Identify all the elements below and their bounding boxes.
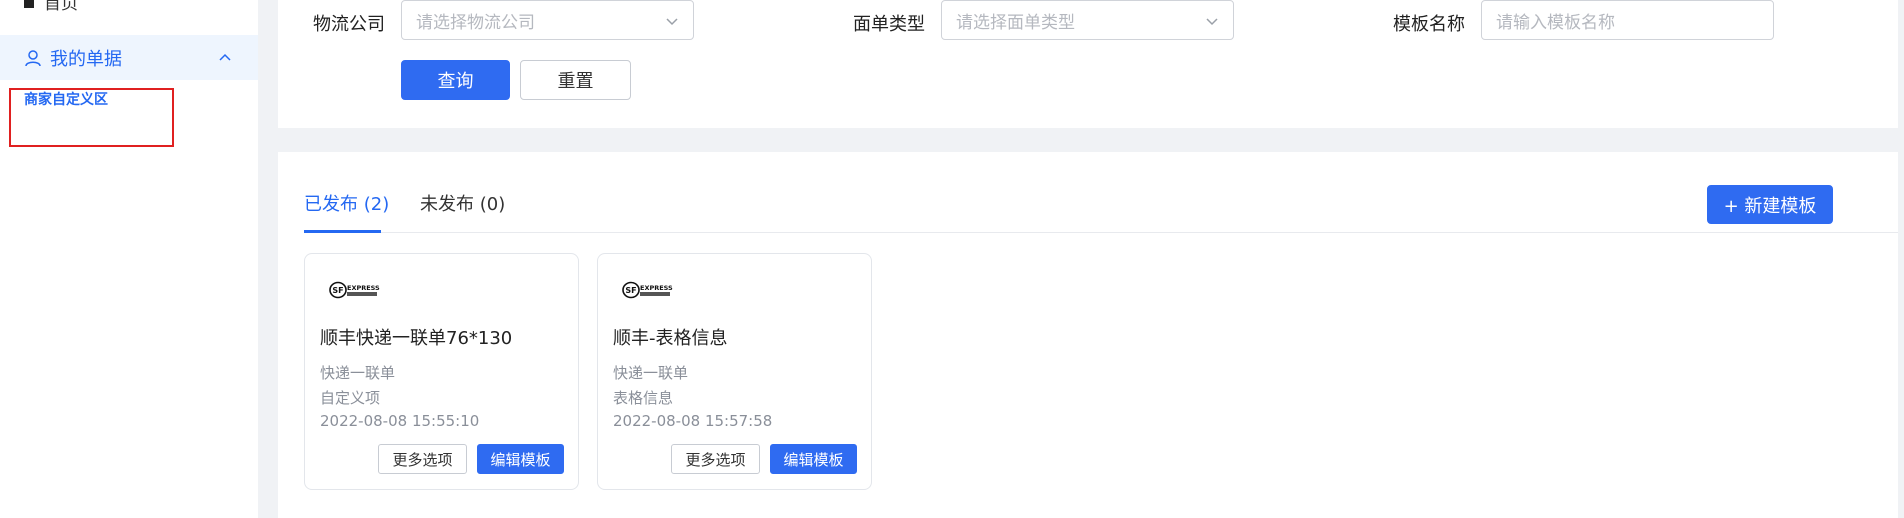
home-icon (24, 0, 34, 8)
more-options-button[interactable]: 更多选项 (671, 444, 760, 474)
card-title: 顺丰-表格信息 (613, 328, 728, 349)
template-list-panel: 已发布 (2) 未发布 (0) + 新建模板 SF EXPRESS 顺丰快递一联… (278, 152, 1898, 518)
tab-published[interactable]: 已发布 (2) (304, 190, 389, 216)
sheet-type-placeholder: 请选择面单类型 (956, 12, 1075, 33)
card-title: 顺丰快递一联单76*130 (320, 328, 513, 349)
card-type: 快递一联单 (320, 364, 396, 382)
tab-unpublished[interactable]: 未发布 (0) (420, 190, 505, 216)
sf-express-logo: SF EXPRESS (329, 281, 380, 299)
chevron-up-icon[interactable] (218, 50, 232, 64)
reset-button[interactable]: 重置 (520, 60, 631, 100)
sheet-type-label: 面单类型 (853, 14, 925, 35)
filter-panel: 物流公司 请选择物流公司 面单类型 请选择面单类型 模板名称 请输入模板名称 查… (278, 0, 1898, 128)
sidebar-item-home[interactable]: 首页 (24, 0, 78, 14)
edit-template-button[interactable]: 编辑模板 (477, 444, 564, 474)
template-card[interactable]: SF EXPRESS 顺丰-表格信息 快递一联单 表格信息 2022-08-08… (597, 253, 872, 490)
card-type: 快递一联单 (613, 364, 689, 382)
card-timestamp: 2022-08-08 15:55:10 (320, 412, 480, 430)
tab-active-indicator (304, 230, 381, 233)
user-icon (25, 49, 41, 66)
svg-text:EXPRESS: EXPRESS (640, 284, 673, 292)
new-template-button[interactable]: + 新建模板 (1707, 185, 1833, 224)
template-card[interactable]: SF EXPRESS 顺丰快递一联单76*130 快递一联单 自定义项 2022… (304, 253, 579, 490)
sidebar-item-home-label: 首页 (44, 0, 78, 14)
chevron-down-icon (666, 18, 678, 26)
more-options-button[interactable]: 更多选项 (378, 444, 467, 474)
card-subtype: 表格信息 (613, 389, 674, 407)
svg-text:EXPRESS: EXPRESS (347, 284, 380, 292)
sf-express-logo: SF EXPRESS (622, 281, 673, 299)
card-timestamp: 2022-08-08 15:57:58 (613, 412, 773, 430)
chevron-down-icon (1206, 18, 1218, 26)
template-name-placeholder: 请输入模板名称 (1496, 12, 1615, 33)
sheet-type-select[interactable]: 请选择面单类型 (941, 0, 1234, 40)
highlight-box-sidebar (9, 88, 174, 147)
template-name-input[interactable]: 请输入模板名称 (1481, 0, 1774, 40)
edit-template-button[interactable]: 编辑模板 (770, 444, 857, 474)
sidebar-group-label: 我的单据 (50, 48, 122, 70)
card-subtype: 自定义项 (320, 389, 381, 407)
tab-divider (304, 232, 1898, 233)
svg-text:SF: SF (625, 286, 636, 295)
logistics-company-select[interactable]: 请选择物流公司 (401, 0, 694, 40)
svg-text:SF: SF (332, 286, 343, 295)
query-button[interactable]: 查询 (401, 60, 510, 100)
logistics-company-placeholder: 请选择物流公司 (416, 12, 535, 33)
logistics-company-label: 物流公司 (313, 14, 385, 35)
sidebar-group-my-documents[interactable]: 我的单据 (0, 35, 258, 80)
template-name-label: 模板名称 (1393, 14, 1465, 35)
sidebar: 首页 我的单据 商家自定义区 (0, 0, 258, 518)
